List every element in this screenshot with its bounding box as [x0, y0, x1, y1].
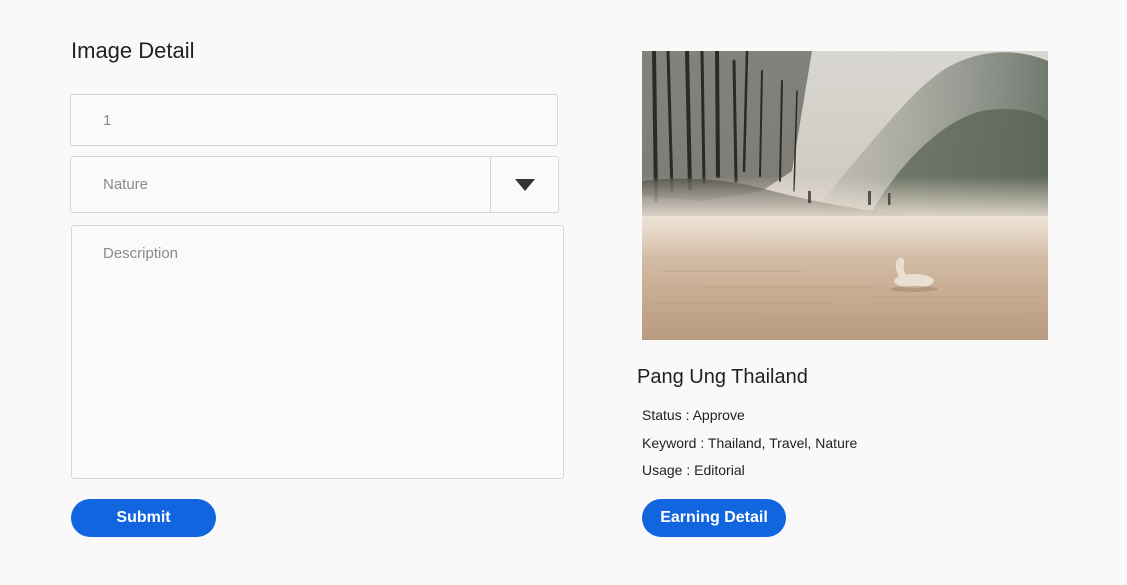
category-dropdown-toggle[interactable]	[490, 157, 558, 212]
category-select[interactable]: Nature	[70, 156, 559, 213]
status-line: Status : Approve	[642, 406, 745, 424]
earning-detail-button[interactable]: Earning Detail	[642, 499, 786, 537]
image-preview	[642, 51, 1048, 340]
image-title: Pang Ung Thailand	[637, 366, 808, 388]
usage-line: Usage : Editorial	[642, 461, 745, 479]
usage-label: Usage :	[642, 462, 691, 478]
category-selected-value: Nature	[103, 176, 149, 193]
page-title: Image Detail	[71, 38, 195, 63]
image-id-input[interactable]	[70, 94, 558, 146]
status-label: Status :	[642, 407, 690, 423]
description-textarea[interactable]	[71, 225, 564, 479]
keyword-label: Keyword :	[642, 435, 705, 451]
status-value: Approve	[692, 407, 745, 423]
keyword-value: Thailand, Travel, Nature	[707, 435, 858, 451]
usage-value: Editorial	[694, 462, 745, 478]
keyword-line: Keyword : Thailand, Travel, Nature	[642, 434, 857, 452]
submit-button[interactable]: Submit	[71, 499, 216, 537]
triangle-down-icon	[514, 178, 535, 191]
